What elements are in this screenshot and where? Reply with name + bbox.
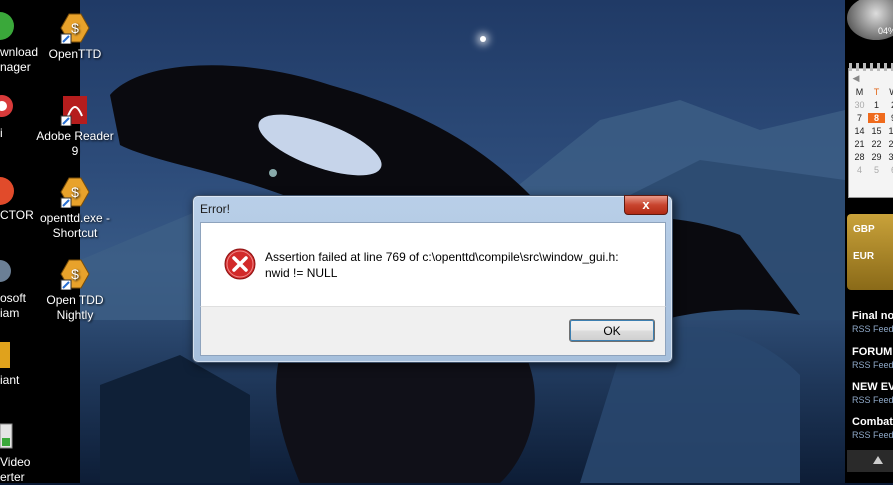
calendar-day[interactable]: 2 bbox=[885, 100, 893, 110]
feed-item[interactable]: Final no RSS Feed bbox=[847, 308, 893, 342]
desktop-icon-openttd-shortcut[interactable]: $ openttd.exe - Shortcut bbox=[35, 176, 115, 241]
calendar-day[interactable]: 7 bbox=[851, 113, 868, 123]
left-icon-label: Video bbox=[0, 455, 31, 469]
weekday-label: T bbox=[873, 87, 880, 97]
calendar-day[interactable]: 21 bbox=[851, 139, 868, 149]
desktop-icon-adobe-reader[interactable]: Adobe Reader 9 bbox=[35, 94, 115, 159]
calendar-day[interactable]: 5 bbox=[868, 165, 885, 175]
desktop-icon-label: openttd.exe - bbox=[39, 211, 111, 225]
feed-item-title: FORUM bbox=[852, 346, 893, 358]
download-manager-icon bbox=[0, 12, 14, 40]
calendar-day[interactable]: 1 bbox=[868, 100, 885, 110]
left-icon-label: CTOR bbox=[0, 208, 34, 222]
feed-item-title: Combat bbox=[852, 416, 893, 428]
desktop-icon-openttd[interactable]: $ OpenTTD bbox=[35, 12, 115, 62]
close-button[interactable]: x bbox=[624, 195, 668, 215]
svg-text:$: $ bbox=[71, 184, 79, 200]
calendar-day[interactable]: 22 bbox=[868, 139, 885, 149]
doctor-icon bbox=[0, 177, 14, 205]
dialog-body: Assertion failed at line 769 of c:\opent… bbox=[200, 222, 666, 306]
left-icon-label: iam bbox=[0, 306, 20, 320]
calendar-day[interactable]: 15 bbox=[868, 126, 885, 136]
prev-month-arrow-icon[interactable]: ◀ bbox=[851, 73, 861, 84]
calendar-month-header: D bbox=[864, 73, 893, 83]
feed-item-title: NEW EV bbox=[852, 381, 893, 393]
feed-item[interactable]: Combat RSS Feed bbox=[847, 414, 893, 448]
calendar-day[interactable]: 9 bbox=[885, 113, 893, 123]
desktop-icon-label: OpenTTD bbox=[48, 47, 102, 61]
calendar-week-row: 141516 bbox=[851, 126, 893, 136]
windows-sidebar: 04% ◀ D MTW 3012 789 141516 212223 28293… bbox=[845, 0, 893, 483]
left-icon-label: nager bbox=[0, 60, 31, 74]
calendar-week-row: 212223 bbox=[851, 139, 893, 149]
weekday-label: W bbox=[885, 87, 893, 97]
feed-item-source: RSS Feed bbox=[852, 324, 893, 334]
calendar-day[interactable]: 23 bbox=[885, 139, 893, 149]
calendar-week-row: 3012 bbox=[851, 100, 893, 110]
app-icon bbox=[0, 95, 13, 117]
feed-item-source: RSS Feed bbox=[852, 395, 893, 405]
calendar-week-row: 282930 bbox=[851, 152, 893, 162]
game-icon bbox=[0, 342, 10, 368]
calendar-day[interactable]: 30 bbox=[851, 100, 868, 110]
desktop-icon-label-line2: 9 bbox=[71, 144, 79, 158]
left-icon-label: wnload bbox=[0, 45, 39, 59]
error-message: Assertion failed at line 769 of c:\opent… bbox=[265, 249, 655, 281]
feed-item-source: RSS Feed bbox=[852, 430, 893, 440]
svg-text:$: $ bbox=[71, 20, 79, 36]
calendar-day[interactable]: 14 bbox=[851, 126, 868, 136]
feed-item-title: Final no bbox=[852, 310, 893, 322]
feed-item[interactable]: NEW EV RSS Feed bbox=[847, 379, 893, 413]
calendar-week-row: 456 bbox=[851, 165, 893, 175]
calendar-day[interactable]: 30 bbox=[885, 152, 893, 162]
calendar-rings bbox=[849, 63, 893, 71]
error-x-icon bbox=[224, 248, 256, 280]
calendar-day[interactable]: 16 bbox=[885, 126, 893, 136]
openttd-icon: $ bbox=[59, 176, 91, 209]
left-icon-label: i bbox=[0, 126, 3, 140]
weekday-label: M bbox=[855, 87, 864, 97]
feed-controls bbox=[847, 450, 893, 472]
calendar-week-row: 789 bbox=[851, 113, 893, 123]
star-glint bbox=[480, 36, 486, 42]
calendar-day[interactable]: 29 bbox=[868, 152, 885, 162]
adobe-reader-icon bbox=[59, 94, 91, 127]
openttd-icon: $ bbox=[59, 12, 91, 45]
openttd-icon: $ bbox=[59, 258, 91, 291]
left-icon-label: osoft bbox=[0, 291, 27, 305]
error-message-line: nwid != NULL bbox=[265, 266, 338, 280]
currency-gadget[interactable]: GBP EUR bbox=[847, 214, 893, 290]
feed-item-source: RSS Feed bbox=[852, 360, 893, 370]
calendar-weekdays: MTW bbox=[851, 87, 893, 97]
desktop-icon-open-tdd-nightly[interactable]: $ Open TDD Nightly bbox=[35, 258, 115, 323]
calendar-day-today[interactable]: 8 bbox=[868, 113, 885, 123]
dialog-footer: OK bbox=[200, 306, 666, 356]
desktop-icon-label: Open TDD bbox=[46, 293, 104, 307]
desktop-icon-label: Adobe Reader bbox=[36, 129, 114, 143]
error-message-line: Assertion failed at line 769 of c:\opent… bbox=[265, 250, 619, 264]
close-icon: x bbox=[642, 197, 650, 212]
error-dialog: Error! x Assertion failed at line 769 of… bbox=[192, 195, 673, 363]
desktop-icon-label-line2: Nightly bbox=[56, 308, 94, 322]
scroll-up-arrow-icon[interactable] bbox=[873, 456, 883, 464]
feed-item[interactable]: FORUM RSS Feed bbox=[847, 344, 893, 378]
video-converter-icon bbox=[0, 423, 13, 449]
calendar-day[interactable]: 6 bbox=[885, 165, 893, 175]
calendar-day[interactable]: 4 bbox=[851, 165, 868, 175]
svg-text:$: $ bbox=[71, 266, 79, 282]
currency-to: EUR bbox=[853, 251, 875, 262]
desktop-icon-label-line2: Shortcut bbox=[52, 226, 98, 240]
calendar-gadget[interactable]: ◀ D MTW 3012 789 141516 212223 282930 45… bbox=[848, 63, 893, 198]
gauge-value: 04% bbox=[878, 26, 893, 36]
ok-button[interactable]: OK bbox=[569, 319, 655, 342]
currency-from: GBP bbox=[853, 224, 875, 235]
left-icon-label: iant bbox=[0, 373, 20, 387]
dialog-title: Error! bbox=[200, 202, 230, 216]
calendar-day[interactable]: 28 bbox=[851, 152, 868, 162]
steam-icon bbox=[0, 260, 11, 282]
